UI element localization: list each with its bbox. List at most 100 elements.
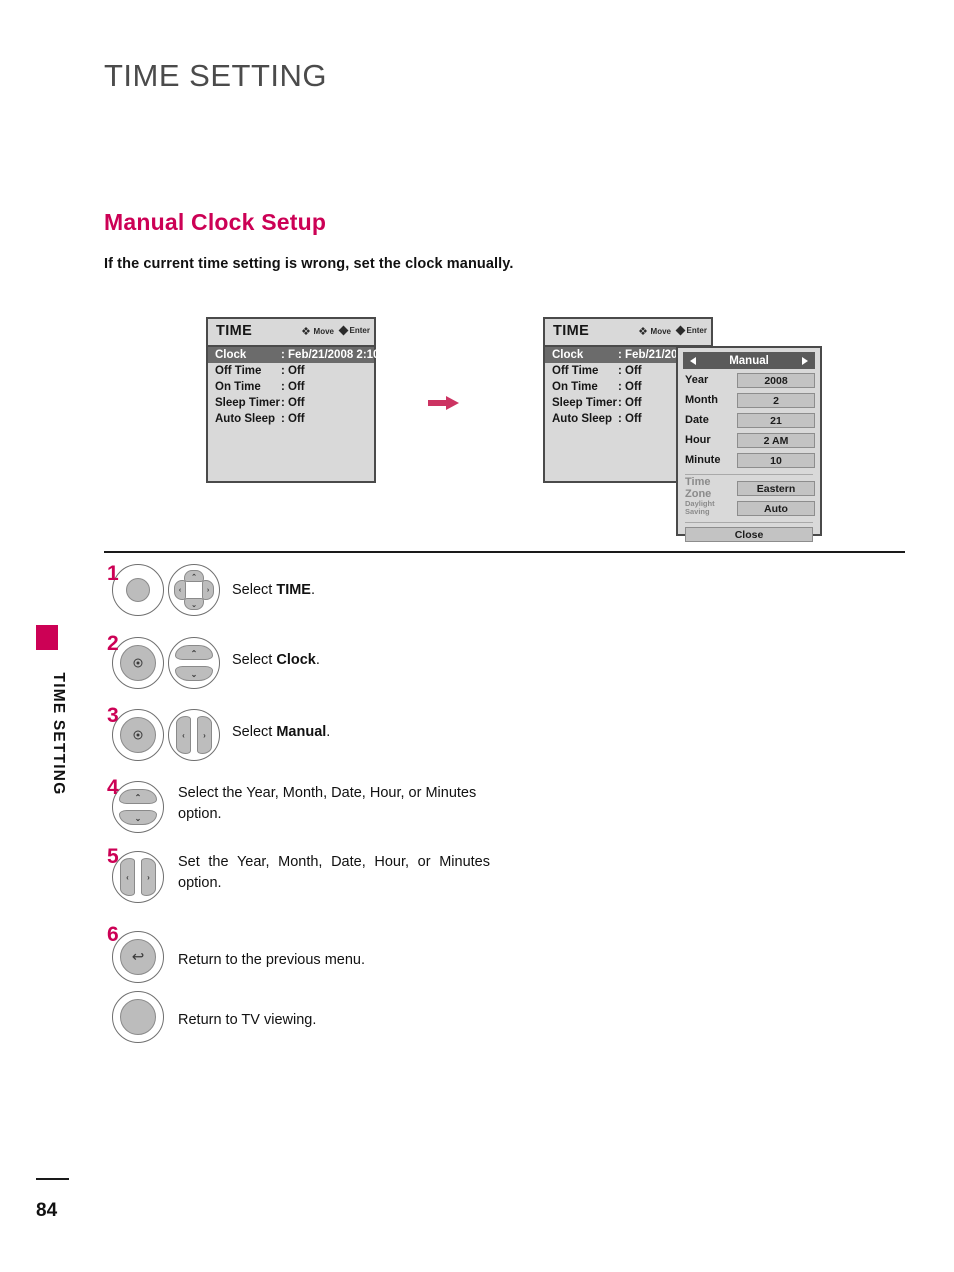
- arrow-down-icon[interactable]: ⌄: [175, 666, 213, 681]
- osd-panel-time-before: TIME Move Enter Clock: Feb/21/2008 2:10 …: [206, 317, 414, 483]
- field-row-minute[interactable]: Minute 10: [683, 451, 815, 469]
- side-tab-marker: [36, 625, 58, 650]
- field-row-month[interactable]: Month 2: [683, 391, 815, 409]
- osd-row-value: : Off: [281, 413, 305, 425]
- field-value-date[interactable]: 21: [737, 412, 815, 428]
- flow-arrow-icon: [428, 396, 459, 410]
- step-4-text: Select the Year, Month, Date, Hour, or M…: [178, 785, 477, 822]
- return-arrow-icon: ↩: [131, 948, 145, 966]
- bullseye-icon: [404, 350, 414, 359]
- osd-menu-list: Clock: Feb/21/2008 2:10 AM Off Time : Off…: [208, 347, 414, 427]
- arrow-up-icon[interactable]: ⌃: [175, 645, 213, 660]
- field-row-year[interactable]: Year 2008: [683, 371, 815, 389]
- field-value-year[interactable]: 2008: [737, 372, 815, 388]
- dpad-left-icon[interactable]: ‹: [174, 580, 186, 600]
- menu-button[interactable]: [112, 564, 164, 616]
- field-row-timezone[interactable]: Time Zone Eastern: [683, 476, 815, 500]
- osd-row-value: : Off: [618, 397, 642, 409]
- arrow-left-icon[interactable]: ‹: [120, 858, 135, 896]
- content-divider: [104, 551, 905, 553]
- step-1: ⌃ ⌄ ‹ ›: [112, 564, 220, 616]
- page-number: 84: [36, 1200, 58, 1221]
- field-row-daylight-saving[interactable]: Daylight Saving Auto: [683, 499, 815, 517]
- osd-row-sleep-timer[interactable]: Sleep Timer: Off: [208, 395, 374, 411]
- step-1-text-bold: TIME: [276, 582, 311, 598]
- field-value-month[interactable]: 2: [737, 392, 815, 408]
- button-face-icon: [126, 578, 150, 602]
- step-2-text-post: .: [315, 652, 320, 668]
- field-value-timezone[interactable]: Eastern: [737, 480, 815, 496]
- osd-header: TIME Move Enter: [545, 319, 711, 347]
- osd-row-label: Auto Sleep: [552, 413, 613, 425]
- osd-row-label: On Time: [215, 381, 261, 393]
- left-right-button[interactable]: ‹ ›: [112, 851, 164, 903]
- step-5: ‹ ›: [112, 851, 164, 903]
- step-number-2: 2: [107, 632, 119, 655]
- dpad-button[interactable]: ⌃ ⌄ ‹ ›: [168, 564, 220, 616]
- dpad-right-icon[interactable]: ›: [202, 580, 214, 600]
- side-tab-label: TIME SETTING: [50, 672, 67, 796]
- dpad-icon: [638, 326, 648, 336]
- osd-hint-move: Move: [301, 326, 334, 336]
- step-4: ⌃ ⌄: [112, 781, 164, 833]
- left-right-button[interactable]: ‹ ›: [168, 709, 220, 761]
- osd-row-off-time[interactable]: Off Time : Off: [208, 363, 374, 379]
- dpad-down-icon[interactable]: ⌄: [184, 598, 204, 610]
- step-number-3: 3: [107, 704, 119, 727]
- field-value-hour[interactable]: 2 AM: [737, 432, 815, 448]
- step-number-4: 4: [107, 776, 119, 799]
- field-value-minute[interactable]: 10: [737, 452, 815, 468]
- arrow-down-icon[interactable]: ⌄: [119, 810, 157, 825]
- section-heading: Manual Clock Setup: [104, 209, 327, 235]
- osd-row-label: Clock: [215, 349, 247, 361]
- step-number-1: 1: [107, 562, 119, 585]
- page-title: TIME SETTING: [104, 58, 327, 93]
- osd-title: TIME: [553, 323, 590, 339]
- up-down-button[interactable]: ⌃ ⌄: [168, 637, 220, 689]
- arrow-up-icon[interactable]: ⌃: [119, 789, 157, 804]
- diamond-icon: [338, 325, 348, 336]
- field-value-daylight-saving[interactable]: Auto: [737, 500, 815, 516]
- step-3: ‹ ›: [112, 709, 220, 761]
- diamond-icon: [675, 325, 685, 336]
- enter-button[interactable]: [112, 637, 164, 689]
- step-3-text-pre: Select: [232, 724, 277, 740]
- osd-row-value: : Off: [281, 397, 305, 409]
- arrow-right-icon[interactable]: ›: [197, 716, 212, 754]
- field-row-date[interactable]: Date 21: [683, 411, 815, 429]
- exit-button[interactable]: [112, 991, 164, 1043]
- up-down-button[interactable]: ⌃ ⌄: [112, 781, 164, 833]
- step-6-text: Return to the previous menu.: [178, 952, 365, 968]
- arrow-left-icon[interactable]: ‹: [176, 716, 191, 754]
- osd-hint-enter: Enter: [675, 325, 707, 336]
- osd-row-clock[interactable]: Clock: Feb/21/2008 2:10 AM: [208, 347, 414, 363]
- osd-row-label: Off Time: [215, 365, 262, 377]
- step-1-text-pre: Select: [232, 582, 277, 598]
- osd-row-label: On Time: [552, 381, 598, 393]
- button-face-icon: [120, 999, 156, 1035]
- dpad-up-icon[interactable]: ⌃: [184, 570, 204, 582]
- dpad-icon: [301, 326, 311, 336]
- field-label: Date: [685, 414, 709, 426]
- step-5-text: Set the Year, Month, Date, Hour, or Minu…: [178, 854, 490, 891]
- arrow-left-icon[interactable]: [690, 356, 696, 365]
- arrow-right-icon[interactable]: [802, 356, 808, 365]
- field-label: Daylight Saving: [683, 500, 737, 516]
- osd-row-value: : Off: [618, 381, 642, 393]
- osd-hint-enter-label: Enter: [686, 326, 707, 335]
- enter-button[interactable]: [112, 709, 164, 761]
- section-subtext: If the current time setting is wrong, se…: [104, 256, 514, 272]
- arrow-right-icon[interactable]: ›: [141, 858, 156, 896]
- back-button[interactable]: ↩: [112, 931, 164, 983]
- step-number-6: 6: [107, 923, 119, 946]
- osd-row-value: : Off: [281, 365, 305, 377]
- osd-row-auto-sleep[interactable]: Auto Sleep: Off: [208, 411, 374, 427]
- divider: [685, 474, 813, 475]
- close-button[interactable]: Close: [685, 527, 813, 542]
- step-2-text-bold: Clock: [276, 652, 316, 668]
- field-label: Time Zone: [685, 476, 712, 500]
- osd-row-on-time[interactable]: On Time: Off: [208, 379, 374, 395]
- osd-hint-move-label: Move: [650, 326, 671, 336]
- osd-hint-move-label: Move: [313, 326, 334, 336]
- field-row-hour[interactable]: Hour 2 AM: [683, 431, 815, 449]
